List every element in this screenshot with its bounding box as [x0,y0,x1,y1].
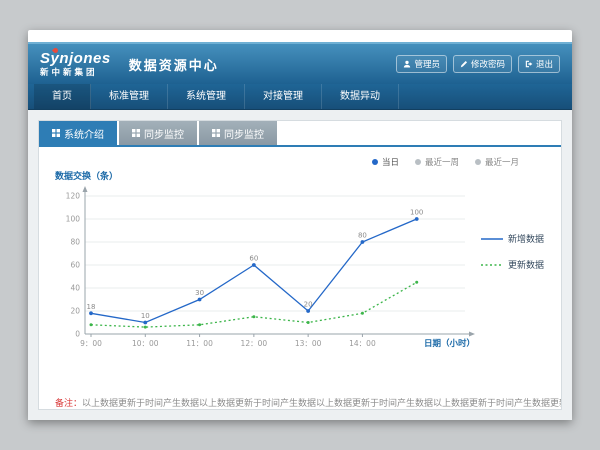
footnote-prefix: 备注： [55,398,82,408]
nav-item-2[interactable]: 系统管理 [168,84,245,109]
app-header: Synjones 新中新集团 数据资源中心 管理员 修改密码 退出 [28,42,572,84]
data-point [89,311,93,315]
data-point [198,298,202,302]
data-point [306,309,310,313]
y-tick-label: 100 [66,215,81,224]
series-legend-item-0: 新增数据 [481,232,544,245]
x-tick-label: 14：00 [349,339,376,348]
x-axis-title: 日期（小时） [424,338,475,349]
tab-2[interactable]: 同步监控 [199,121,277,145]
data-point-label: 80 [358,232,367,240]
tab-0[interactable]: 系统介绍 [39,121,117,145]
nav-item-0[interactable]: 首页 [34,84,91,109]
content-area: 系统介绍 同步监控 同步监控 当日 最近一周 最近一月 数据交换（条） 0 20 40 60 8… [28,110,572,420]
data-point-label: 60 [249,255,258,263]
logo-text: Synjones [40,51,111,66]
grid-icon [52,129,60,137]
tab-label: 同步监控 [224,126,264,141]
data-point [361,240,365,244]
data-point [143,321,147,325]
x-tick-label: 11：00 [186,339,213,348]
series-legend: 新增数据更新数据 [481,232,544,271]
nav-item-3[interactable]: 对接管理 [245,84,322,109]
footnote: 备注：以上数据更新于时间产生数据以上数据更新于时间产生数据以上数据更新于时间产生… [39,386,561,409]
user-action-2[interactable]: 退出 [518,55,560,73]
time-filter-label: 最近一月 [485,156,519,168]
app-title: 数据资源中心 [129,55,219,74]
logout-icon [525,60,533,68]
user-action-label: 管理员 [414,58,440,70]
time-filter-label: 当日 [382,156,399,168]
time-filter-0[interactable]: 当日 [372,156,399,168]
user-action-label: 修改密码 [471,58,505,70]
data-point-label: 18 [87,303,96,311]
x-tick-label: 13：00 [295,339,322,348]
data-point [198,323,201,326]
line-chart: 0 20 40 60 80 100 120 9：00 10：00 11：00 12：00 13：00 1… [53,184,477,360]
user-action-0[interactable]: 管理员 [396,55,447,73]
tab-label: 同步监控 [144,126,184,141]
nav-item-4[interactable]: 数据异动 [322,84,399,109]
legend-dot-icon [415,159,421,165]
data-point [252,315,255,318]
legend-dot-icon [475,159,481,165]
edit-password-icon [460,60,468,68]
y-tick-label: 60 [70,261,80,270]
user-icon [403,60,411,68]
data-point-label: 10 [141,312,150,320]
line-series-0 [91,219,417,323]
x-axis-arrow-icon [469,332,475,337]
series-legend-label: 新增数据 [508,232,544,245]
series-legend-label: 更新数据 [508,258,544,271]
footnote-text: 以上数据更新于时间产生数据以上数据更新于时间产生数据以上数据更新于时间产生数据以… [82,398,561,408]
x-tick-label: 12：00 [241,339,268,348]
y-tick-label: 120 [66,192,81,201]
y-axis-title: 数据交换（条） [55,169,549,182]
app-window: Synjones 新中新集团 数据资源中心 管理员修改密码退出 首页标准管理系统… [28,30,572,420]
time-filter-label: 最近一周 [425,156,459,168]
main-panel: 系统介绍 同步监控 同步监控 当日 最近一周 最近一月 数据交换（条） 0 20 40 60 8… [38,120,562,410]
data-point-label: 20 [304,301,313,309]
nav-item-1[interactable]: 标准管理 [91,84,168,109]
chart-section: 当日 最近一周 最近一月 数据交换（条） 0 20 40 60 80 100 120 9：00 10… [39,147,561,386]
y-tick-label: 40 [70,284,80,293]
grid-icon [132,129,140,137]
data-point [361,312,364,315]
grid-icon [212,129,220,137]
data-point [144,326,147,329]
y-tick-label: 80 [70,238,80,247]
series-line-sample-icon [481,236,503,242]
chart-row: 0 20 40 60 80 100 120 9：00 10：00 11：00 12：00 13：00 1… [53,184,549,360]
main-nav: 首页标准管理系统管理对接管理数据异动 [28,84,572,110]
y-axis-arrow-icon [83,186,88,192]
time-filter-1[interactable]: 最近一周 [415,156,459,168]
y-tick-label: 0 [75,330,80,339]
time-filter-legend: 当日 最近一周 最近一月 [53,155,549,169]
tab-1[interactable]: 同步监控 [119,121,197,145]
user-action-1[interactable]: 修改密码 [453,55,512,73]
data-point [415,281,418,284]
tab-bar: 系统介绍 同步监控 同步监控 [39,121,561,147]
synjones-logo: Synjones 新中新集团 [40,51,111,77]
data-point-label: 30 [195,289,204,297]
data-point [415,217,419,221]
x-tick-label: 9：00 [80,339,102,348]
line-series-1 [91,282,417,327]
data-point [252,263,256,267]
data-point [307,321,310,324]
legend-dot-icon [372,159,378,165]
series-line-sample-icon [481,262,503,268]
user-actions: 管理员 修改密码 退出 [396,55,560,73]
data-point [90,323,93,326]
series-legend-item-1: 更新数据 [481,258,544,271]
time-filter-2[interactable]: 最近一月 [475,156,519,168]
logo-subtext: 新中新集团 [40,68,111,77]
user-action-label: 退出 [536,58,553,70]
tab-label: 系统介绍 [64,126,104,141]
y-tick-label: 20 [70,307,80,316]
data-point-label: 100 [410,209,423,217]
x-tick-label: 10：00 [132,339,159,348]
